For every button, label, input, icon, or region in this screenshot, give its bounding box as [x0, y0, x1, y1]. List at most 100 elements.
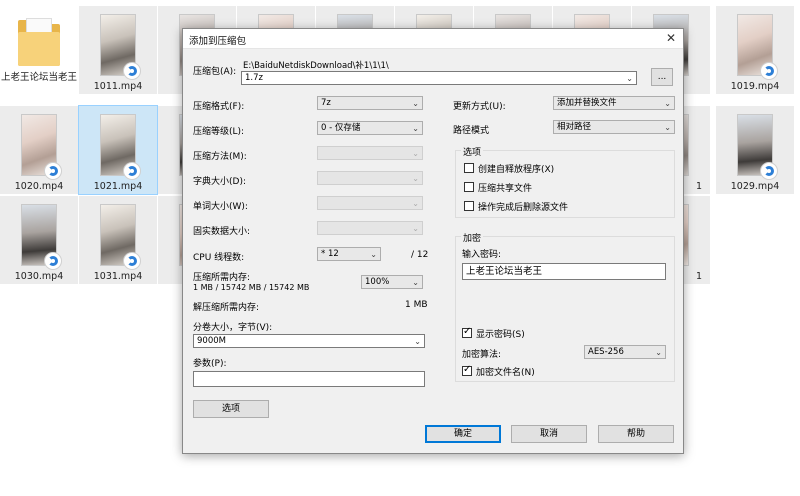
archive-path: E:\BaiduNetdiskDownload\补1\1\1\	[243, 61, 389, 71]
memory-percent-value: 100%	[365, 277, 390, 287]
compress-memory-label: 压缩所需内存:	[193, 273, 251, 283]
sync-icon	[44, 162, 62, 180]
add-to-archive-dialog: 添加到压缩包 ✕ 压缩包(A): E:\BaiduNetdiskDownload…	[182, 28, 684, 454]
threads-value: * 12	[321, 249, 339, 259]
volume-size-label: 分卷大小，字节(V):	[193, 323, 273, 333]
path-mode-label: 路径模式	[453, 126, 490, 136]
path-mode-select[interactable]: 相对路径 ⌄	[553, 120, 675, 134]
delete-source-label: 操作完成后删除源文件	[478, 203, 569, 213]
chevron-down-icon: ⌄	[412, 278, 419, 287]
folder-label: 上老王论坛当老王	[0, 72, 77, 83]
dictionary-label: 字典大小(D):	[193, 177, 246, 187]
sync-icon	[123, 162, 141, 180]
cancel-button[interactable]: 取消	[511, 425, 587, 443]
compress-memory-value: 1 MB / 15742 MB / 15742 MB	[193, 283, 310, 292]
encrypt-names-label: 加密文件名(N)	[476, 368, 535, 378]
dictionary-select[interactable]: ⌄	[317, 171, 423, 185]
ok-button[interactable]: 确定	[425, 425, 501, 443]
sync-icon	[760, 162, 778, 180]
video-file-item[interactable]: 1031.mp4	[79, 196, 157, 284]
browse-button[interactable]: ...	[651, 68, 673, 86]
options-button[interactable]: 选项	[193, 400, 269, 418]
format-select[interactable]: 7z ⌄	[317, 96, 423, 110]
video-file-item[interactable]: 1030.mp4	[0, 196, 78, 284]
folder-icon	[18, 18, 60, 66]
update-mode-value: 添加并替换文件	[557, 98, 617, 108]
password-label: 输入密码:	[462, 250, 502, 260]
encryption-method-value: AES-256	[588, 347, 624, 357]
level-label: 压缩等级(L):	[193, 127, 245, 137]
level-select[interactable]: 0 - 仅存储 ⌄	[317, 121, 423, 135]
solid-size-select[interactable]: ⌄	[317, 221, 423, 235]
file-name: 1031.mp4	[93, 271, 143, 282]
shared-files-checkbox[interactable]	[464, 182, 474, 192]
shared-files-label: 压缩共享文件	[478, 184, 533, 194]
params-label: 参数(P):	[193, 359, 227, 369]
file-name: 1011.mp4	[93, 81, 143, 92]
encryption-method-select[interactable]: AES-256 ⌄	[584, 345, 666, 359]
file-name: 1020.mp4	[14, 181, 64, 192]
chevron-down-icon: ⌄	[664, 99, 671, 108]
word-size-select[interactable]: ⌄	[317, 196, 423, 210]
close-icon[interactable]: ✕	[663, 30, 679, 46]
sync-icon	[123, 62, 141, 80]
format-label: 压缩格式(F):	[193, 102, 245, 112]
encryption-method-label: 加密算法:	[462, 350, 502, 360]
decompress-memory-value: 1 MB	[405, 300, 428, 310]
chevron-down-icon: ⌄	[414, 337, 421, 346]
password-input[interactable]: 上老王论坛当老王	[462, 263, 666, 280]
volume-size-combo[interactable]: 9000M ⌄	[193, 334, 425, 348]
options-group: 选项 创建自释放程序(X) 压缩共享文件 操作完成后删除源文件	[455, 145, 675, 218]
folder-item[interactable]: 上老王论坛当老王	[0, 6, 78, 94]
encrypt-names-checkbox[interactable]	[462, 364, 472, 376]
video-file-item[interactable]: 1029.mp4	[716, 106, 794, 194]
method-select[interactable]: ⌄	[317, 146, 423, 160]
video-file-item-selected[interactable]: 1021.mp4	[78, 105, 158, 195]
dialog-title: 添加到压缩包	[189, 36, 247, 47]
file-name: 1019.mp4	[730, 81, 780, 92]
threads-label: CPU 线程数:	[193, 253, 245, 263]
delete-source-checkbox[interactable]	[464, 201, 474, 211]
show-password-label: 显示密码(S)	[476, 330, 525, 340]
options-group-title: 选项	[461, 145, 484, 158]
chevron-down-icon: ⌄	[412, 99, 419, 108]
params-input[interactable]	[193, 371, 425, 387]
sfx-checkbox-label: 创建自释放程序(X)	[478, 165, 555, 175]
chevron-down-icon: ⌄	[370, 250, 377, 259]
video-file-item[interactable]: 1020.mp4	[0, 106, 78, 194]
file-name: 1021.mp4	[93, 181, 143, 192]
decompress-memory-label: 解压缩所需内存:	[193, 303, 260, 313]
chevron-down-icon: ⌄	[655, 348, 662, 357]
archive-label: 压缩包(A):	[193, 67, 237, 77]
update-mode-select[interactable]: 添加并替换文件 ⌄	[553, 96, 675, 110]
sync-icon	[44, 252, 62, 270]
file-name: 1030.mp4	[14, 271, 64, 282]
show-password-checkbox[interactable]	[462, 326, 472, 338]
dialog-titlebar: 添加到压缩包 ✕	[183, 29, 683, 49]
path-mode-value: 相对路径	[557, 122, 592, 132]
word-size-label: 单词大小(W):	[193, 202, 248, 212]
format-value: 7z	[321, 98, 331, 108]
archive-filename: 1.7z	[245, 73, 263, 83]
volume-size-value: 9000M	[197, 336, 226, 346]
solid-size-label: 固实数据大小:	[193, 227, 251, 237]
update-mode-label: 更新方式(U):	[453, 102, 506, 112]
threads-select[interactable]: * 12 ⌄	[317, 247, 381, 261]
chevron-down-icon: ⌄	[412, 149, 419, 158]
video-file-item[interactable]: 1011.mp4	[79, 6, 157, 94]
archive-filename-combo[interactable]: 1.7z ⌄	[241, 71, 637, 85]
encryption-group: 加密 输入密码: 上老王论坛当老王 显示密码(S) 加密算法: AES-256 …	[455, 231, 675, 382]
encryption-group-title: 加密	[461, 231, 484, 244]
chevron-down-icon: ⌄	[664, 123, 671, 132]
level-value: 0 - 仅存储	[321, 123, 361, 133]
method-label: 压缩方法(M):	[193, 152, 247, 162]
sync-icon	[760, 62, 778, 80]
sfx-checkbox[interactable]	[464, 163, 474, 173]
chevron-down-icon: ⌄	[626, 74, 633, 83]
help-button[interactable]: 帮助	[598, 425, 674, 443]
threads-total: / 12	[411, 250, 429, 260]
video-file-item[interactable]: 1019.mp4	[716, 6, 794, 94]
chevron-down-icon: ⌄	[412, 199, 419, 208]
memory-percent-select[interactable]: 100% ⌄	[361, 275, 423, 289]
chevron-down-icon: ⌄	[412, 124, 419, 133]
